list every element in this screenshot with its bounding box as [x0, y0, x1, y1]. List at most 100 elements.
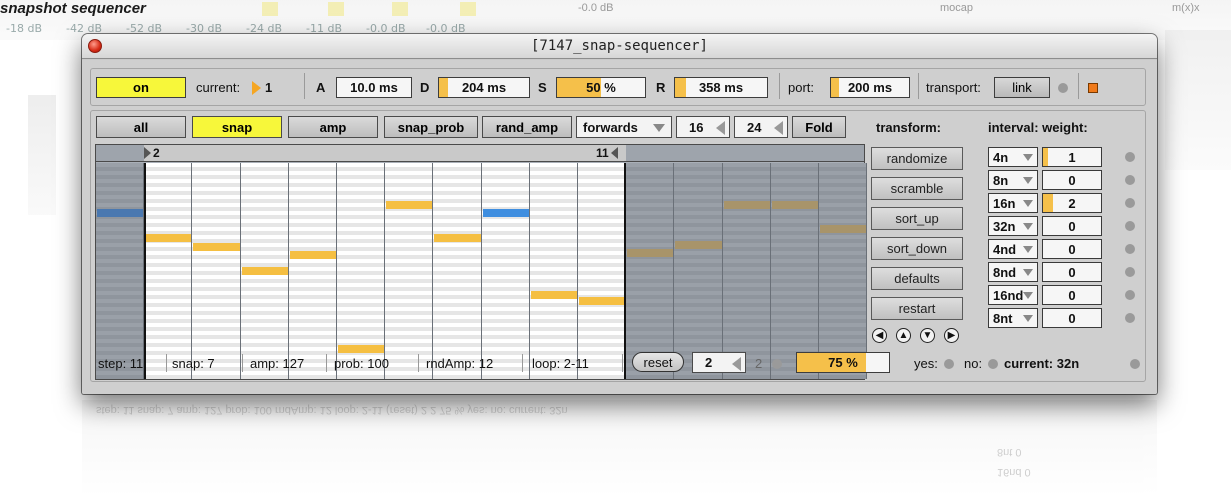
- step-column[interactable]: [770, 163, 819, 379]
- on-toggle[interactable]: on: [96, 77, 186, 98]
- weight-fill: [1043, 194, 1054, 212]
- weight-field[interactable]: 0: [1042, 216, 1102, 236]
- arrow-left-icon: ◀: [875, 329, 884, 341]
- interval-menu[interactable]: 8nd: [988, 262, 1038, 282]
- step-note[interactable]: [386, 201, 433, 209]
- step-column[interactable]: [722, 163, 771, 379]
- reset-button[interactable]: reset: [632, 352, 684, 372]
- grid-body[interactable]: [96, 163, 868, 379]
- step-column[interactable]: [529, 163, 578, 379]
- arrow-right-icon: ▶: [947, 329, 956, 341]
- snap-prob-button[interactable]: snap_prob: [384, 116, 478, 138]
- steps-number[interactable]: 16: [676, 116, 730, 138]
- step-column[interactable]: [674, 163, 723, 379]
- chevron-down-icon: [1023, 246, 1033, 253]
- weight-field[interactable]: 0: [1042, 170, 1102, 190]
- step-note[interactable]: [338, 345, 385, 353]
- rand-amp-button[interactable]: rand_amp: [482, 116, 572, 138]
- marker-right-icon: [144, 147, 151, 159]
- defaults-button[interactable]: defaults: [871, 267, 963, 290]
- direction-menu[interactable]: forwards: [576, 116, 672, 138]
- release-fill: [675, 78, 687, 97]
- chevron-down-icon: [653, 124, 665, 132]
- decay-fill: [439, 78, 448, 97]
- step-note[interactable]: [723, 201, 770, 209]
- loop-ruler[interactable]: 2 11: [96, 145, 864, 162]
- loop-start-marker[interactable]: 2: [144, 146, 160, 160]
- step-column[interactable]: [578, 163, 627, 379]
- interval-menu[interactable]: 8nt: [988, 308, 1038, 328]
- interval-menu[interactable]: 16nd: [988, 285, 1038, 305]
- step-column[interactable]: [626, 163, 675, 379]
- step-grid[interactable]: 2 11: [95, 144, 868, 380]
- weight-field[interactable]: 0: [1042, 308, 1102, 328]
- step-column[interactable]: [288, 163, 337, 379]
- prob-readout: prob: 100: [334, 356, 389, 371]
- background-label: -0.0 dB: [578, 2, 614, 14]
- background-cell: [392, 2, 408, 16]
- step-note[interactable]: [241, 267, 288, 275]
- weight-field[interactable]: 0: [1042, 285, 1102, 305]
- step-note[interactable]: [97, 209, 144, 217]
- portamento-field[interactable]: 200 ms: [830, 77, 910, 98]
- scramble-button[interactable]: scramble: [871, 177, 963, 200]
- step-note[interactable]: [530, 291, 577, 299]
- link-button[interactable]: link: [994, 77, 1050, 98]
- interval-menu[interactable]: 32n: [988, 216, 1038, 236]
- step-note[interactable]: [289, 251, 336, 259]
- amp-button[interactable]: amp: [288, 116, 378, 138]
- step-note[interactable]: [675, 241, 722, 249]
- step-note[interactable]: [627, 249, 674, 257]
- step-note[interactable]: [579, 297, 626, 305]
- sort-up-button[interactable]: sort_up: [871, 207, 963, 230]
- step-column[interactable]: [96, 163, 145, 379]
- weight-field[interactable]: 0: [1042, 262, 1102, 282]
- loop-end-marker[interactable]: 11: [596, 146, 618, 160]
- snap-button[interactable]: snap: [192, 116, 282, 138]
- count-number[interactable]: 2: [692, 352, 746, 373]
- step-note[interactable]: [193, 243, 240, 251]
- interval-menu[interactable]: 4nd: [988, 239, 1038, 259]
- shift-left-button[interactable]: ◀: [872, 328, 887, 343]
- max-number[interactable]: 24: [734, 116, 788, 138]
- shift-down-button[interactable]: ▼: [920, 328, 935, 343]
- randomize-button[interactable]: randomize: [871, 147, 963, 170]
- step-column[interactable]: [481, 163, 530, 379]
- step-note[interactable]: [771, 201, 818, 209]
- all-button[interactable]: all: [96, 116, 186, 138]
- step-column[interactable]: [144, 163, 193, 379]
- marker-left-icon: [610, 147, 618, 159]
- decay-field[interactable]: 204 ms: [438, 77, 530, 98]
- sort-down-button[interactable]: sort_down: [871, 237, 963, 260]
- step-note[interactable]: [145, 234, 192, 242]
- weight-indicator: [1125, 221, 1135, 231]
- current-indicator: 1: [252, 77, 272, 98]
- background-cell: [262, 2, 278, 16]
- weight-field[interactable]: 2: [1042, 193, 1102, 213]
- window-titlebar[interactable]: [7147_snap-sequencer]: [82, 34, 1157, 59]
- step-column[interactable]: [385, 163, 434, 379]
- portamento-fill: [831, 78, 839, 97]
- interval-menu[interactable]: 4n: [988, 147, 1038, 167]
- step-column[interactable]: [819, 163, 868, 379]
- interval-menu[interactable]: 8n: [988, 170, 1038, 190]
- step-readout: step: 11: [98, 356, 144, 371]
- step-column[interactable]: [192, 163, 241, 379]
- percent-field[interactable]: 75 %: [796, 352, 890, 373]
- weight-field[interactable]: 1: [1042, 147, 1102, 167]
- portamento-value: 200 ms: [847, 80, 893, 95]
- step-note[interactable]: [434, 234, 481, 242]
- weight-field[interactable]: 0: [1042, 239, 1102, 259]
- interval-menu[interactable]: 16n: [988, 193, 1038, 213]
- shift-right-button[interactable]: ▶: [944, 328, 959, 343]
- fold-button[interactable]: Fold: [792, 116, 846, 138]
- sustain-field[interactable]: 50 %: [556, 77, 646, 98]
- step-column[interactable]: [433, 163, 482, 379]
- step-note[interactable]: [482, 209, 529, 217]
- step-note[interactable]: [820, 225, 867, 233]
- attack-field[interactable]: 10.0 ms: [336, 77, 412, 98]
- shift-up-button[interactable]: ▲: [896, 328, 911, 343]
- release-field[interactable]: 358 ms: [674, 77, 768, 98]
- arrow-left-icon: [774, 121, 783, 135]
- restart-button[interactable]: restart: [871, 297, 963, 320]
